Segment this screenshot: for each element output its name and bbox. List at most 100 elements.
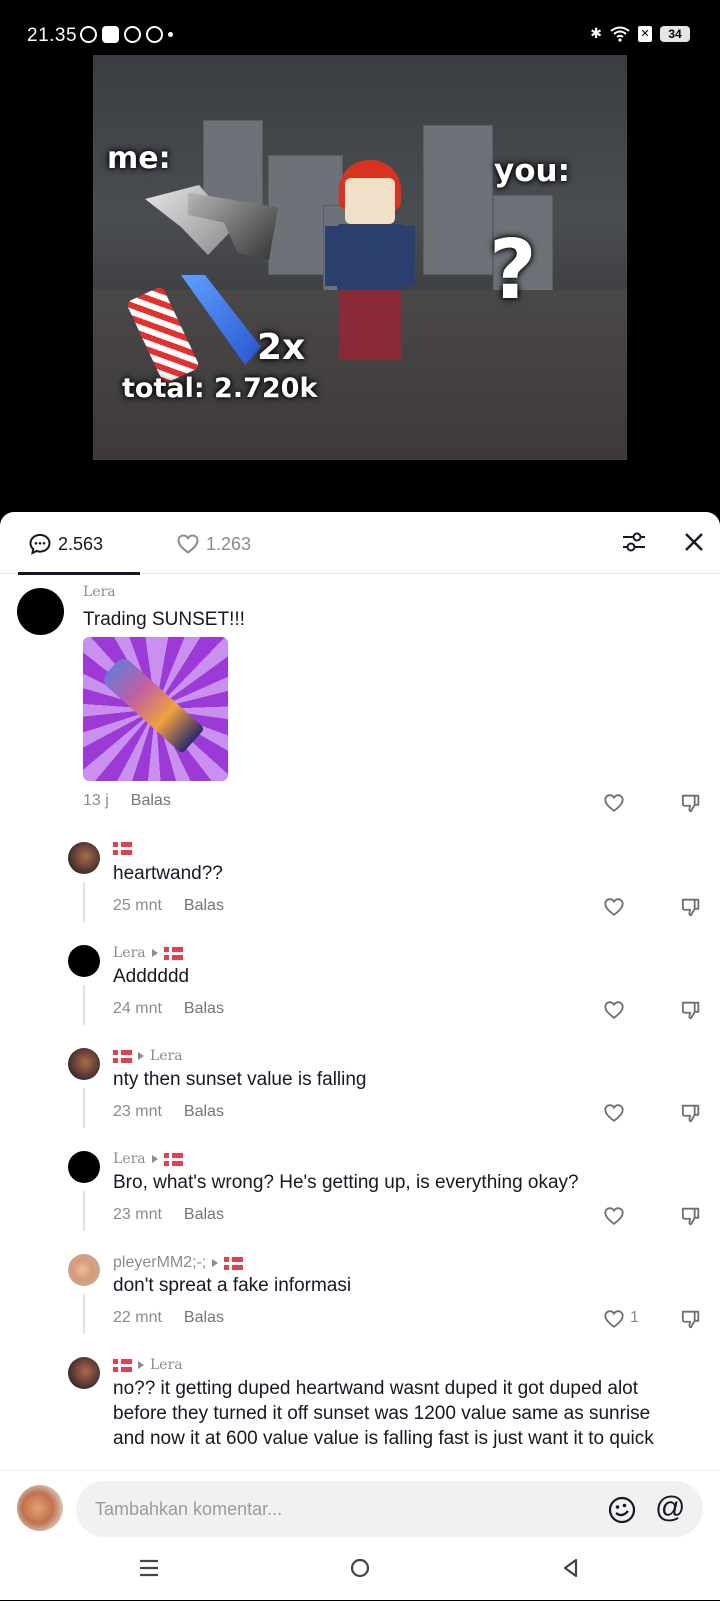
thread-line: [83, 1088, 85, 1128]
norway-flag-icon: [113, 842, 132, 855]
reply-item: pleyerMM2;-; don't spreat a fake informa…: [0, 1254, 720, 1334]
avatar[interactable]: [17, 588, 64, 635]
comments-panel: 2.563 1.263 Lera Trading SUNSET!!! 13 j …: [0, 512, 720, 1600]
reply-button[interactable]: Balas: [184, 1206, 224, 1224]
comment-text: Adddddd: [113, 966, 190, 987]
comment-author[interactable]: Lera: [113, 945, 183, 961]
comment-text: don't spreat a fake informasi: [113, 1275, 352, 1296]
bluetooth-icon: ✱: [590, 25, 602, 41]
comment-time: 23 mnt: [113, 1206, 162, 1223]
filter-icon[interactable]: [620, 528, 648, 556]
norway-flag-icon: [163, 1152, 183, 1166]
home-icon[interactable]: [349, 1557, 371, 1579]
comment-author[interactable]: pleyerMM2;-;: [113, 1254, 244, 1272]
comment-item: Lera Trading SUNSET!!! 13 j Balas: [0, 574, 720, 814]
comment-meta: 13 j Balas: [83, 792, 171, 810]
comment-text: nty then sunset value is falling: [113, 1069, 367, 1090]
heart-icon[interactable]: [603, 999, 625, 1021]
chrome-icon: [124, 26, 141, 43]
smile-icon: [146, 26, 163, 43]
emoji-icon[interactable]: [607, 1495, 637, 1525]
label-multiplier: 2x: [257, 327, 306, 368]
reply-button[interactable]: Balas: [131, 792, 171, 810]
reply-arrow-icon: [138, 1052, 144, 1060]
comment-meta: 25 mnt Balas: [113, 897, 224, 915]
comment-text-line: and now it at 600 value value is falling…: [113, 1428, 654, 1449]
reply-arrow-icon: [212, 1259, 219, 1267]
reply-button[interactable]: Balas: [184, 1000, 224, 1018]
thumbs-down-icon[interactable]: [680, 792, 702, 814]
reply-button[interactable]: Balas: [184, 1103, 224, 1121]
comment-author[interactable]: [113, 842, 132, 855]
reply-item: Lera Bro, what's wrong? He's getting up,…: [0, 1151, 720, 1231]
thumbs-down-icon[interactable]: [680, 1102, 702, 1124]
avatar[interactable]: [68, 1151, 100, 1183]
comment-author[interactable]: Lera: [83, 584, 116, 600]
heart-icon[interactable]: [603, 1102, 625, 1124]
roblox-character: [325, 160, 415, 370]
tab-likes[interactable]: 1.263: [176, 532, 251, 556]
avatar[interactable]: [68, 1048, 100, 1080]
tab-comments[interactable]: 2.563: [28, 532, 103, 556]
reply-button[interactable]: Balas: [184, 897, 224, 915]
panel-tabs: 2.563 1.263: [0, 512, 720, 575]
battery-icon: 34: [660, 25, 690, 42]
avatar[interactable]: [68, 945, 100, 977]
reply-arrow-icon: [138, 1361, 144, 1369]
comment-bubble-icon: [29, 533, 51, 555]
thumbs-down-icon[interactable]: [680, 1308, 702, 1330]
heart-icon[interactable]: [603, 1205, 625, 1227]
label-total: total: 2.720k: [122, 373, 318, 404]
thread-line: [83, 1191, 85, 1231]
back-icon[interactable]: [560, 1557, 582, 1579]
thread-line: [83, 882, 85, 922]
comment-text: heartwand??: [113, 863, 223, 884]
comment-text: Trading SUNSET!!!: [83, 609, 245, 630]
comments-count: 2.563: [58, 533, 104, 554]
no-sim-icon: ✕: [638, 25, 652, 42]
video-player[interactable]: me: you: ? 2x total: 2.720k: [93, 55, 627, 460]
avatar[interactable]: [68, 842, 100, 874]
comment-time: 13 j: [83, 792, 109, 809]
heart-icon[interactable]: [603, 792, 625, 814]
label-me: me:: [107, 141, 171, 176]
background-box: [423, 125, 493, 275]
comment-meta: 24 mnt Balas: [113, 1000, 224, 1018]
label-question: ?: [489, 223, 537, 318]
reply-item: Lera nty then sunset value is falling 23…: [0, 1048, 720, 1128]
thumbs-down-icon[interactable]: [680, 1205, 702, 1227]
recent-apps-icon[interactable]: [138, 1557, 160, 1579]
mention-icon[interactable]: @: [655, 1491, 685, 1525]
thumbs-down-icon[interactable]: [680, 896, 702, 918]
heart-icon[interactable]: [603, 896, 625, 918]
notification-icons: [80, 26, 173, 43]
heart-icon[interactable]: [603, 1308, 625, 1330]
avatar[interactable]: [68, 1254, 100, 1286]
reply-button[interactable]: Balas: [184, 1309, 224, 1327]
label-you: you:: [494, 153, 570, 189]
reply-arrow-icon: [151, 1155, 158, 1163]
comment-author[interactable]: Lera: [113, 1151, 183, 1167]
heart-icon: [177, 534, 199, 554]
thumbs-down-icon[interactable]: [680, 999, 702, 1021]
comment-text-line: before they turned it off sunset was 120…: [113, 1403, 651, 1424]
more-notifications-dot: [168, 32, 173, 37]
like-count: 1: [630, 1309, 639, 1326]
close-icon[interactable]: [680, 528, 708, 556]
my-avatar[interactable]: [17, 1485, 63, 1531]
reply-item: Lera Adddddd 24 mnt Balas: [0, 945, 720, 1025]
system-icons: ✱ ✕ 34: [590, 25, 690, 42]
reply-item: heartwand?? 25 mnt Balas: [0, 842, 720, 922]
comment-time: 25 mnt: [113, 897, 162, 914]
comment-text-line: no?? it getting duped heartwand wasnt du…: [113, 1378, 639, 1399]
wifi-icon: [610, 26, 630, 42]
norway-flag-icon: [113, 1358, 132, 1372]
thread-line: [83, 985, 85, 1025]
comment-sticker-image[interactable]: [83, 637, 228, 781]
avatar[interactable]: [68, 1357, 100, 1389]
system-nav-bar: [0, 1557, 720, 1601]
comment-time: 23 mnt: [113, 1103, 162, 1120]
comment-author[interactable]: Lera: [113, 1048, 183, 1064]
comment-author[interactable]: Lera: [113, 1357, 183, 1373]
comment-time: 22 mnt: [113, 1309, 162, 1326]
